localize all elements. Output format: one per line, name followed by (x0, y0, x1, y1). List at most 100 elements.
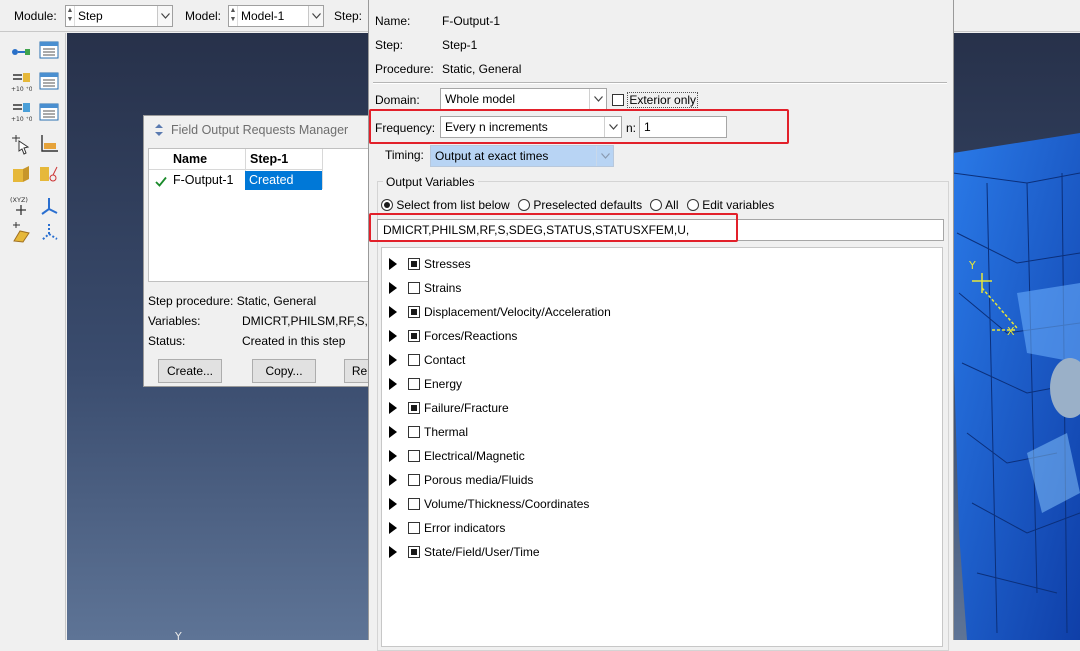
expand-arrow-icon[interactable] (389, 426, 397, 438)
xyz-csys-icon[interactable]: (XYZ) (10, 195, 32, 217)
tree-item-checkbox[interactable] (408, 282, 420, 294)
triad-y-label: Y (968, 259, 976, 272)
radio-preselected-defaults[interactable] (518, 199, 531, 211)
toolbox: +10 ⁺0 +10 ⁺0 (XYZ) (0, 33, 66, 640)
expand-arrow-icon[interactable] (389, 354, 397, 366)
tree-item[interactable]: Thermal (389, 423, 468, 441)
history-output-manager-icon[interactable] (38, 101, 60, 123)
triad-x-label: X (1007, 325, 1015, 338)
tree-item[interactable]: Porous media/Fluids (389, 471, 533, 489)
tree-item[interactable]: Energy (389, 375, 462, 393)
name-label: Name: (375, 14, 411, 28)
tree-item[interactable]: State/Field/User/Time (389, 543, 540, 561)
expand-arrow-icon[interactable] (389, 474, 397, 486)
tree-item[interactable]: Error indicators (389, 519, 505, 537)
request-name-cell[interactable]: F-Output-1 (173, 173, 233, 187)
domain-value: Whole model (445, 92, 516, 106)
datum-plane-icon[interactable] (10, 221, 32, 243)
tree-item[interactable]: Contact (389, 351, 465, 369)
tree-item-checkbox[interactable] (408, 498, 420, 510)
ale-constraint-icon[interactable] (10, 163, 32, 185)
tree-item-checkbox[interactable] (408, 522, 420, 534)
adaptive-mesh-icon[interactable] (38, 133, 60, 155)
module-combo[interactable]: ▲ ▼ Step (65, 5, 173, 27)
tree-item-checkbox[interactable] (408, 546, 420, 558)
chevron-down-icon[interactable] (589, 89, 606, 109)
tree-item-checkbox[interactable] (408, 426, 420, 438)
datum-axis-icon[interactable] (38, 221, 60, 243)
select-region-icon[interactable] (10, 133, 32, 155)
expand-arrow-icon[interactable] (389, 450, 397, 462)
requests-table: Name Step-1 F-Output-1 Created (148, 148, 374, 282)
exterior-only-label: Exterior only (627, 92, 699, 108)
create-step-icon[interactable] (10, 41, 32, 63)
tree-item[interactable]: Volume/Thickness/Coordinates (389, 495, 589, 513)
tree-item[interactable]: Stresses (389, 255, 471, 273)
tree-item[interactable]: Electrical/Magnetic (389, 447, 525, 465)
move-arrows-icon (155, 124, 163, 136)
status-value: Created in this step (242, 334, 346, 348)
radio-select-from-list[interactable] (381, 199, 393, 211)
timing-value: Output at exact times (435, 149, 549, 163)
tree-item[interactable]: Forces/Reactions (389, 327, 517, 345)
tree-item-checkbox[interactable] (408, 306, 420, 318)
chevron-down-icon[interactable] (596, 146, 613, 166)
step-label: Step: (334, 9, 363, 23)
model-combo[interactable]: ▲ ▼ Model-1 (228, 5, 324, 27)
history-output-icon[interactable]: +10 ⁺0 (10, 101, 32, 123)
expand-arrow-icon[interactable] (389, 378, 397, 390)
timing-combo[interactable]: Output at exact times (430, 145, 614, 167)
expand-arrow-icon[interactable] (389, 498, 397, 510)
create-button[interactable]: Create... (158, 359, 222, 383)
tree-item-label: Volume/Thickness/Coordinates (424, 497, 590, 511)
variables-highlight-box (369, 213, 738, 242)
tree-item[interactable]: Displacement/Velocity/Acceleration (389, 303, 611, 321)
expand-arrow-icon[interactable] (389, 402, 397, 414)
request-status-cell[interactable]: Created (245, 171, 322, 190)
tree-item-label: Thermal (424, 425, 469, 439)
tree-item-checkbox[interactable] (408, 354, 420, 366)
exterior-only-option[interactable]: Exterior only (612, 92, 699, 108)
domain-combo[interactable]: Whole model (440, 88, 607, 110)
expand-arrow-icon[interactable] (389, 258, 397, 270)
status-label: Status: (148, 334, 186, 348)
field-output-icon[interactable]: +10 ⁺0 (10, 71, 32, 93)
exterior-only-checkbox[interactable] (612, 94, 624, 106)
manager-title-bar[interactable]: Field Output Requests Manager (152, 123, 348, 137)
tree-item-label: Energy (424, 377, 463, 391)
step-manager-icon[interactable] (38, 39, 60, 61)
spin-icon: ▲ ▼ (66, 6, 75, 26)
expand-arrow-icon[interactable] (389, 522, 397, 534)
expand-arrow-icon[interactable] (389, 306, 397, 318)
expand-arrow-icon[interactable] (389, 546, 397, 558)
tree-item[interactable]: Failure/Fracture (389, 399, 509, 417)
tree-item-checkbox[interactable] (408, 450, 420, 462)
tree-item-checkbox[interactable] (408, 378, 420, 390)
copy-button[interactable]: Copy... (252, 359, 316, 383)
variables-value: DMICRT,PHILSM,RF,S,S (242, 314, 374, 328)
field-output-manager-icon[interactable] (38, 70, 60, 92)
tree-item-label: State/Field/User/Time (424, 545, 540, 559)
scissors-icon[interactable] (38, 163, 60, 185)
variables-label: Variables: (148, 314, 201, 328)
tree-item-checkbox[interactable] (408, 258, 420, 270)
tree-item-checkbox[interactable] (408, 402, 420, 414)
radio-all[interactable] (650, 199, 663, 211)
chevron-down-icon[interactable] (308, 6, 323, 26)
tree-item-checkbox[interactable] (408, 330, 420, 342)
tree-item-checkbox[interactable] (408, 474, 420, 486)
tree-item-label: Error indicators (424, 521, 506, 535)
step-procedure-row: Step procedure: Static, General (148, 294, 316, 308)
expand-arrow-icon[interactable] (389, 282, 397, 294)
expand-arrow-icon[interactable] (389, 330, 397, 342)
edit-field-output-dialog: Name: F-Output-1 Step: Step-1 Procedure:… (368, 0, 954, 651)
datum-csys-icon[interactable] (38, 195, 60, 217)
radio-edit-variables[interactable] (686, 199, 699, 211)
step-value: Step-1 (442, 38, 478, 52)
chevron-down-icon[interactable] (157, 6, 172, 26)
tree-item-label: Strains (424, 281, 462, 295)
global-axis-y-label: Y (174, 630, 182, 640)
tree-item-label: Contact (424, 353, 466, 367)
step-procedure-value: Static, General (236, 294, 317, 308)
tree-item[interactable]: Strains (389, 279, 461, 297)
